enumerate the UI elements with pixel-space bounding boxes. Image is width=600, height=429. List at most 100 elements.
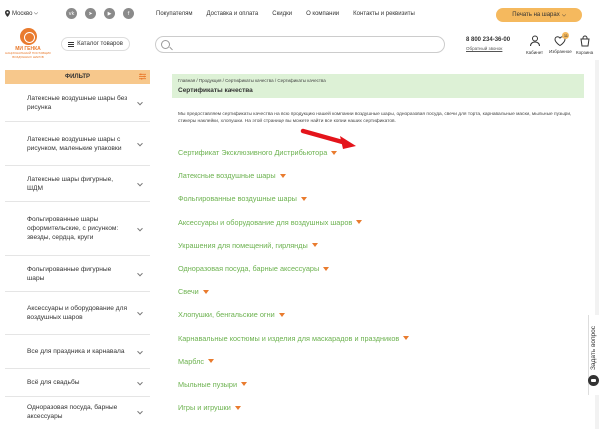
category-item[interactable]: Фольгированные воздушные шары — [178, 187, 578, 210]
category-label: Хлопушки, бенгальские огни — [178, 310, 275, 320]
category-item[interactable]: Латексные воздушные шары — [178, 164, 578, 187]
chevron-down-icon — [34, 12, 39, 15]
chevron-down-icon — [137, 348, 143, 354]
social-links: vk ➤ ▶ f — [66, 8, 134, 19]
sidebar-item[interactable]: Одноразовая посуда, барные аксессуары — [5, 397, 150, 427]
category-item[interactable]: Сертификат Эксклюзивного Дистрибьютора — [178, 141, 578, 164]
logo-mark-icon — [19, 28, 37, 45]
category-label: Одноразовая посуда, барные аксессуары — [178, 264, 320, 274]
category-label: Игры и игрушки — [178, 403, 231, 413]
category-label: Украшения для помещений, гирлянды — [178, 240, 308, 250]
triangle-down-icon — [202, 289, 209, 294]
category-label: Марблс — [178, 356, 205, 366]
cabinet-label: Кабинет — [526, 50, 544, 55]
category-item[interactable]: Марблс — [178, 350, 578, 373]
sidebar-item-label: Одноразовая посуда, барные аксессуары — [27, 404, 118, 420]
category-item[interactable]: Свечи — [178, 280, 578, 303]
sidebar-item-label: Латексные воздушные шары с рисунком, мал… — [27, 135, 122, 152]
sidebar-item[interactable]: Латексные воздушные шары без рисунка — [5, 84, 150, 122]
category-sidebar: Латексные воздушные шары без рисунка Лат… — [5, 84, 150, 427]
city-selector[interactable]: Москво — [5, 10, 39, 17]
youtube-icon[interactable]: ▶ — [104, 8, 115, 19]
sidebar-item[interactable]: Фольгированные шары оформительские, с ри… — [5, 202, 150, 256]
favorites-icon-wrap: 11 — [554, 32, 570, 47]
cart-icon — [580, 35, 590, 47]
nav-contacts[interactable]: Контакты и реквизиты — [353, 11, 415, 17]
vk-icon[interactable]: vk — [66, 8, 77, 19]
facebook-icon[interactable]: f — [123, 8, 134, 19]
callback-link[interactable]: Обратный звонок — [466, 46, 502, 51]
user-icon — [529, 35, 540, 47]
page-title: Сертификаты качества — [178, 87, 253, 94]
sidebar-item[interactable]: Всё для свадьбы — [5, 369, 150, 397]
chevron-down-icon — [137, 180, 143, 186]
favorites-label: Избранное — [549, 49, 572, 54]
nav-discounts[interactable]: Скидки — [272, 11, 292, 17]
sidebar-item-label: Всё для свадьбы — [27, 379, 80, 386]
filter-title: ФИЛЬТР — [64, 74, 91, 80]
category-item[interactable]: Украшения для помещений, гирлянды — [178, 234, 578, 257]
catalog-label: Каталог товаров — [77, 41, 123, 47]
chevron-down-icon — [137, 99, 143, 105]
filter-header[interactable]: ФИЛЬТР — [5, 70, 150, 84]
phone-number[interactable]: 8 800 234-36-00 — [466, 37, 510, 43]
favorites-button[interactable]: 11 Избранное — [549, 32, 572, 54]
category-item[interactable]: Хлопушки, бенгальские огни — [178, 303, 578, 326]
top-bar: Москво vk ➤ ▶ f Покупателям Доставка и о… — [0, 0, 600, 30]
favorites-count-badge: 11 — [562, 32, 570, 39]
chat-icon[interactable] — [588, 375, 599, 386]
triangle-down-icon — [300, 196, 307, 201]
city-label: Москво — [12, 10, 33, 17]
telegram-icon[interactable]: ➤ — [85, 8, 96, 19]
category-item[interactable]: Одноразовая посуда, барные аксессуары — [178, 257, 578, 280]
breadcrumb[interactable]: Главная / Продукция / Сертификаты качест… — [178, 78, 326, 83]
search-icon[interactable] — [161, 40, 170, 49]
nav-buyers[interactable]: Покупателям — [156, 11, 193, 17]
triangle-down-icon — [278, 312, 285, 317]
sidebar-item-label: Латексные шары фигурные, ШДМ — [27, 175, 114, 192]
cart-button[interactable]: Корзина — [576, 35, 593, 55]
print-label: Печать на шарах — [512, 12, 560, 18]
category-label: Карнавальные костюмы и изделия для маска… — [178, 333, 400, 343]
triangle-down-icon — [208, 359, 215, 364]
triangle-down-icon — [403, 336, 410, 341]
category-item[interactable]: Мыльные пузыри — [178, 373, 578, 396]
sidebar-item[interactable]: Латексные воздушные шары с рисунком, мал… — [5, 122, 150, 166]
catalog-button[interactable]: Каталог товаров — [61, 37, 130, 51]
category-label: Мыльные пузыри — [178, 379, 238, 389]
nav-about[interactable]: О компании — [306, 11, 339, 17]
sidebar-item[interactable]: Латексные шары фигурные, ШДМ — [5, 166, 150, 202]
sidebar-item[interactable]: Все для праздника и карнавала — [5, 335, 150, 369]
category-label: Латексные воздушные шары — [178, 171, 276, 181]
callback-label: Обратный звонок — [466, 46, 503, 51]
sidebar-item[interactable]: Аксессуары и оборудование для воздушных … — [5, 292, 150, 335]
category-item[interactable]: Аксессуары и оборудование для воздушных … — [178, 211, 578, 234]
triangle-down-icon — [356, 220, 363, 225]
chevron-down-icon — [137, 379, 143, 385]
category-item[interactable]: Карнавальные костюмы и изделия для маска… — [178, 327, 578, 350]
chevron-down-icon — [137, 140, 143, 146]
sidebar-item-label: Фольгированные шары оформительские, с ри… — [27, 216, 119, 241]
sidebar-item-label: Все для праздника и карнавала — [27, 348, 125, 355]
search-input[interactable] — [155, 36, 445, 53]
sidebar-item-label: Латексные воздушные шары без рисунка — [27, 94, 128, 111]
triangle-down-icon — [241, 382, 248, 387]
logo-tagline: НАЦИОНАЛЬНЫЙ ПОСТАВЩИК ВОЗДУШНЫХ ШАРОВ — [5, 51, 51, 59]
chevron-down-icon — [137, 408, 143, 415]
category-item[interactable]: Игры и игрушки — [178, 396, 578, 419]
site-logo[interactable]: МИ ГЕНКА НАЦИОНАЛЬНЫЙ ПОСТАВЩИК ВОЗДУШНЫ… — [5, 28, 51, 62]
sidebar-item[interactable]: Фольгированные фигурные шары — [5, 256, 150, 292]
ask-question-label[interactable]: Задать вопрос — [590, 326, 597, 370]
cart-label: Корзина — [576, 50, 594, 55]
menu-icon — [68, 41, 75, 47]
category-label: Аксессуары и оборудование для воздушных … — [178, 217, 353, 227]
triangle-down-icon — [331, 150, 338, 155]
cabinet-button[interactable]: Кабинет — [526, 35, 543, 55]
red-arrow-annotation-icon — [300, 128, 356, 149]
print-on-balloons-button[interactable]: Печать на шарах — [496, 8, 582, 22]
nav-delivery[interactable]: Доставка и оплата — [207, 11, 259, 17]
filter-settings-icon[interactable] — [139, 73, 146, 80]
certificate-category-list: Сертификат Эксклюзивного Дистрибьютора Л… — [178, 141, 578, 419]
chevron-down-icon — [137, 270, 143, 276]
category-label: Свечи — [178, 287, 199, 297]
